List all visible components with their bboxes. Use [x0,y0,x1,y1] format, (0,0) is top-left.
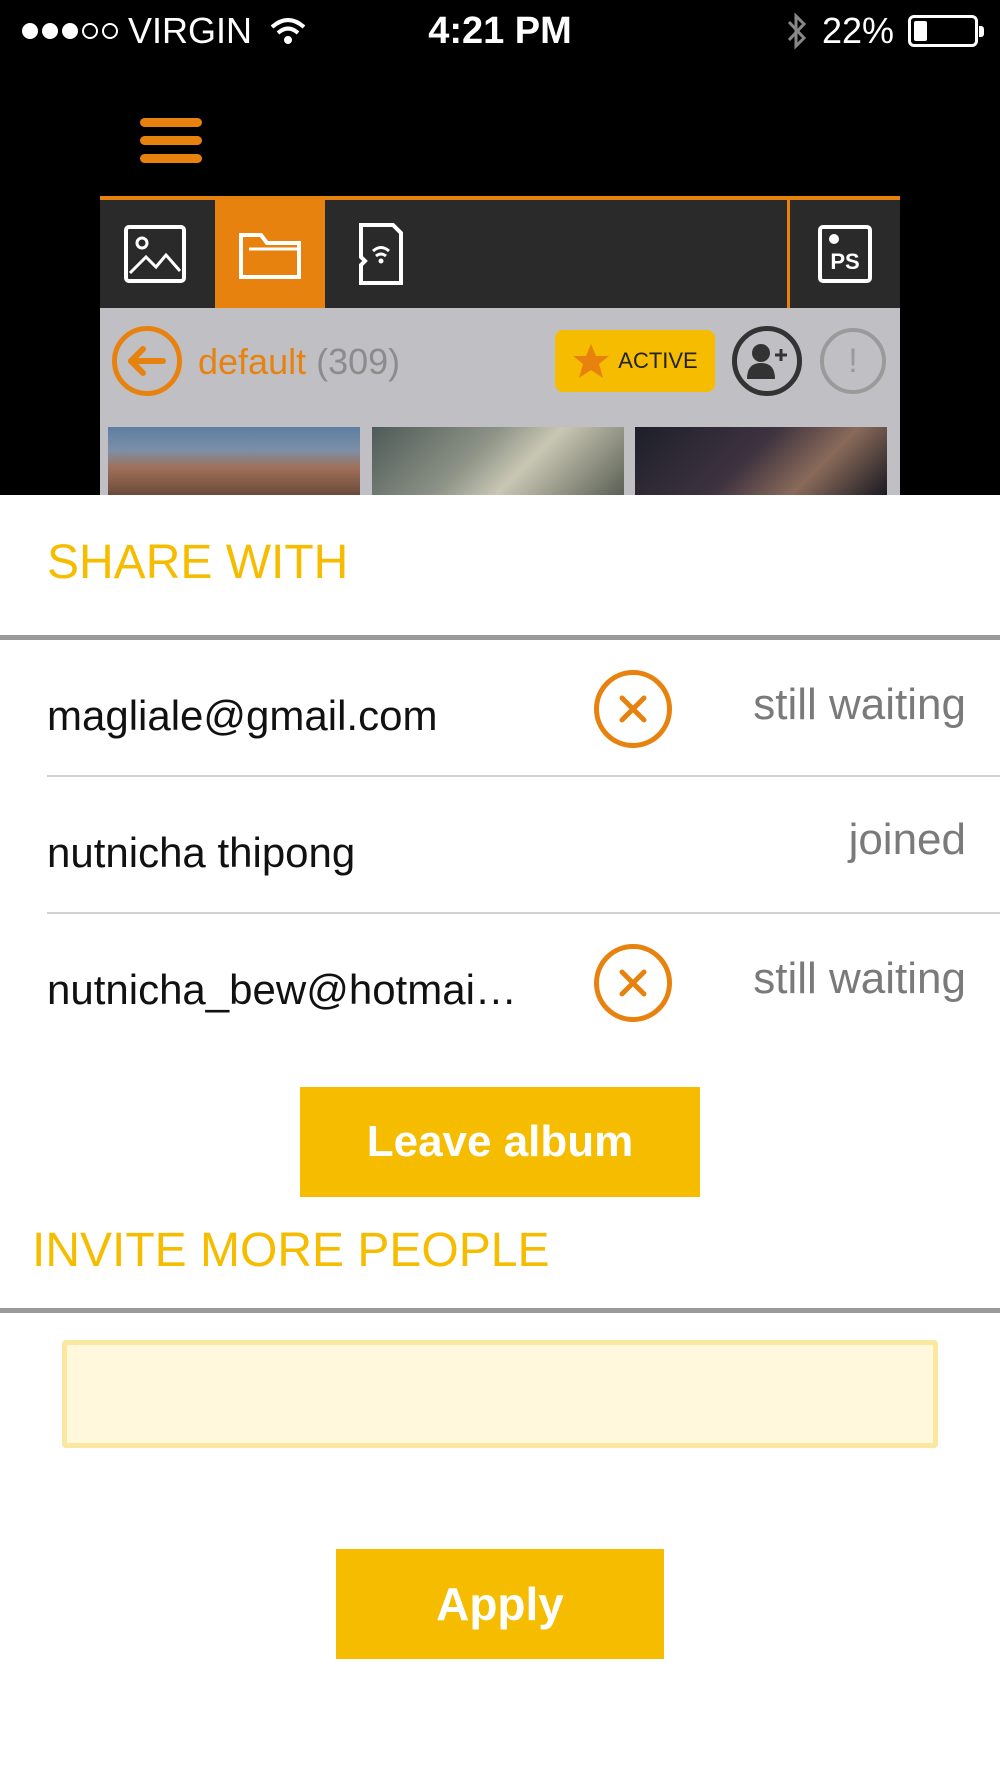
share-name: nutnicha thipong [47,829,356,876]
divider [0,1308,1000,1313]
tab-albums[interactable] [215,200,325,308]
photo-thumbnail[interactable] [635,427,887,495]
share-sheet: SHARE WITH magliale@gmail.com still wait… [0,495,1000,1778]
share-row: magliale@gmail.com still waiting [47,640,1000,777]
back-button[interactable] [112,326,182,396]
star-icon [573,344,610,378]
leave-album-button[interactable]: Leave album [300,1087,700,1197]
close-icon [619,969,647,997]
status-bar: VIRGIN 4:21 PM 22% [0,0,1000,64]
album-header-region: PS default (309) ACTIVE ! [0,64,1000,495]
tab-sd-card[interactable] [325,200,435,308]
sd-card-wifi-icon [359,223,403,285]
ps-icon: PS [818,225,872,283]
arrow-left-icon [128,346,166,376]
bluetooth-icon [787,12,807,50]
image-icon [124,225,186,283]
share-status: still waiting [753,954,966,1003]
share-row: nutnicha thipong joined [47,777,1000,914]
svg-text:PS: PS [830,249,859,274]
share-row: nutnicha_bew@hotmai… still waiting [47,914,1000,1051]
remove-button[interactable] [594,944,672,1022]
album-bar: default (309) ACTIVE ! [100,308,900,420]
remove-button[interactable] [594,670,672,748]
folder-icon [239,233,301,279]
battery-percent: 22% [821,10,894,51]
status-right: 22% [786,10,984,52]
album-name: default [198,341,307,382]
album-title: default (309) [198,341,400,383]
add-user-icon [747,344,787,379]
menu-icon[interactable] [140,118,202,172]
share-status: still waiting [753,680,966,729]
apply-button[interactable]: Apply [336,1549,664,1659]
toolbar: PS [100,196,900,308]
photo-thumbnail[interactable] [372,427,624,495]
battery-icon [908,15,984,47]
photo-thumbnail[interactable] [108,427,360,495]
invite-heading: INVITE MORE PEOPLE [32,1224,550,1277]
info-icon[interactable]: ! [820,328,886,394]
share-name: nutnicha_bew@hotmai… [47,966,517,1013]
photo-strip [100,420,900,495]
tab-photos[interactable] [100,200,210,308]
active-badge-label: ACTIVE [618,348,698,373]
active-badge[interactable]: ACTIVE [555,330,715,392]
tab-photoshop[interactable]: PS [787,200,900,308]
invite-email-input[interactable] [62,1340,938,1448]
share-status: joined [848,815,966,864]
album-count: (309) [316,341,401,382]
add-user-button[interactable] [732,326,802,396]
close-icon [619,695,647,723]
share-with-heading: SHARE WITH [47,536,349,589]
share-name: magliale@gmail.com [47,692,438,739]
